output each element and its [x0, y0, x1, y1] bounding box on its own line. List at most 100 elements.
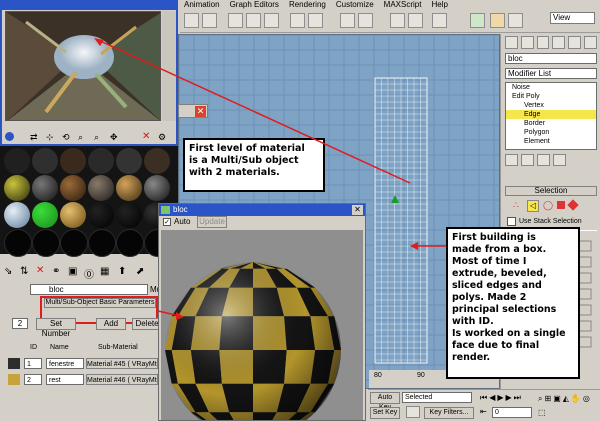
sample-slot[interactable]: [60, 229, 88, 257]
maximize-icon[interactable]: ⬚: [538, 408, 546, 419]
render-teapot-button[interactable]: [508, 13, 523, 28]
sample-slot[interactable]: [60, 175, 86, 201]
row-name[interactable]: rest: [46, 374, 84, 385]
swatch-icon[interactable]: [8, 358, 20, 369]
hierarchy-tab-icon[interactable]: [536, 36, 550, 49]
options-icon[interactable]: ⚙: [158, 132, 168, 142]
snap-button[interactable]: [228, 13, 243, 28]
close-icon[interactable]: ✕: [352, 205, 363, 215]
move-tool-button[interactable]: [202, 13, 217, 28]
menu-graph-editors[interactable]: Graph Editors: [230, 0, 279, 9]
zoom-icon[interactable]: ⌕: [538, 394, 542, 406]
add-button[interactable]: Add: [96, 318, 126, 330]
modifier-stack-item[interactable]: Noise: [506, 83, 596, 92]
sample-slot[interactable]: [4, 175, 30, 201]
display-tab-icon[interactable]: [568, 36, 582, 49]
sample-slot[interactable]: [32, 229, 60, 257]
sample-slot[interactable]: [4, 148, 30, 174]
modifier-list-dropdown[interactable]: Modifier List: [505, 68, 597, 79]
schematic-button[interactable]: [358, 13, 373, 28]
vertex-icon[interactable]: ∴: [513, 200, 523, 210]
material-id-icon[interactable]: ⓪: [84, 266, 94, 281]
material-name-field[interactable]: bloc: [30, 284, 148, 295]
make-unique-material-icon[interactable]: ⚭: [52, 266, 60, 277]
layer-manager-button[interactable]: [390, 13, 405, 28]
render-setup-button[interactable]: [408, 13, 423, 28]
reset-map-icon[interactable]: ⟲: [62, 132, 72, 142]
material-editor-title[interactable]: [2, 2, 176, 10]
utilities-tab-icon[interactable]: [584, 36, 597, 49]
menu-animation[interactable]: Animation: [184, 0, 220, 9]
sample-slot[interactable]: [88, 175, 114, 201]
auto-checkbox[interactable]: ✓: [163, 218, 171, 226]
sample-type-icon[interactable]: [5, 132, 14, 141]
sample-slot[interactable]: [60, 202, 86, 228]
table-row[interactable]: 2 rest Material #46 ( VRayMtl ): [6, 374, 162, 386]
reference-coordinate-select[interactable]: View: [550, 12, 595, 24]
key-mode-icon[interactable]: ⇤: [480, 407, 490, 417]
preview-window-title[interactable]: bloc: [159, 204, 365, 216]
pan-icon[interactable]: ✥: [110, 132, 120, 142]
sample-slot[interactable]: [60, 148, 86, 174]
zoom-all-icon[interactable]: ⊞: [544, 394, 551, 406]
modifier-stack-item[interactable]: Vertex: [506, 101, 596, 110]
mirror-button[interactable]: [290, 13, 305, 28]
sample-slot[interactable]: [32, 202, 58, 228]
sample-slot[interactable]: [116, 229, 144, 257]
material-editor-window[interactable]: ⇄ ⊹ ⟲ ⌕ ⌕ ✥ ✕ ⚙: [0, 0, 178, 146]
key-mode-select[interactable]: Selected: [402, 392, 472, 403]
get-material-icon[interactable]: ⇘: [4, 266, 12, 277]
sample-slot[interactable]: [88, 202, 114, 228]
row-id[interactable]: 2: [24, 374, 42, 385]
sample-slot[interactable]: [116, 175, 142, 201]
delete-material-icon[interactable]: ✕: [36, 265, 44, 276]
update-button[interactable]: Update: [197, 216, 227, 228]
key-filters-button[interactable]: Key Filters...: [424, 407, 474, 419]
prev-frame-icon[interactable]: ◀: [489, 393, 495, 403]
row-submaterial-button[interactable]: Material #45 ( VRayMtl ): [86, 358, 158, 369]
material-count-field[interactable]: 2: [12, 318, 28, 329]
menu-help[interactable]: Help: [431, 0, 447, 9]
go-to-end-icon[interactable]: ⏭: [514, 393, 521, 403]
row-id[interactable]: 1: [24, 358, 42, 369]
sample-slot[interactable]: [144, 148, 170, 174]
close-icon[interactable]: ✕: [142, 131, 152, 142]
sample-slot[interactable]: [32, 148, 58, 174]
sample-slot[interactable]: [4, 202, 30, 228]
menu-customize[interactable]: Customize: [336, 0, 374, 9]
sample-slot[interactable]: [4, 229, 32, 257]
row-name[interactable]: fenestre: [46, 358, 84, 369]
put-material-icon[interactable]: ⇄: [30, 132, 40, 142]
modifier-stack-item[interactable]: Element: [506, 137, 596, 146]
auto-key-button[interactable]: Auto Key: [370, 392, 400, 411]
sample-slot[interactable]: [88, 229, 116, 257]
quick-render-button[interactable]: [490, 13, 505, 28]
set-number-button[interactable]: Set Number: [36, 318, 76, 338]
material-preview-window[interactable]: bloc ✕ ✓ Auto Update: [158, 203, 366, 421]
selection-rollout-header[interactable]: Selection: [505, 186, 597, 196]
next-frame-icon[interactable]: ▶: [506, 393, 512, 403]
pan-icon[interactable]: ✋: [571, 394, 581, 406]
material-editor-button[interactable]: [432, 13, 447, 28]
assign-material-icon[interactable]: ⊹: [46, 132, 56, 142]
render-frame-button[interactable]: [470, 13, 485, 28]
modifier-stack-item[interactable]: Border: [506, 119, 596, 128]
zoom-out-icon[interactable]: ⌕: [94, 132, 104, 142]
pin-stack-icon[interactable]: [505, 154, 518, 166]
orbit-icon[interactable]: ◎: [583, 394, 590, 406]
key-icon[interactable]: [406, 406, 420, 418]
curve-editor-button[interactable]: [340, 13, 355, 28]
field-of-view-icon[interactable]: ◭: [563, 394, 569, 406]
put-to-scene-icon[interactable]: ⇅: [20, 266, 28, 277]
zoom-icon[interactable]: ⌕: [78, 132, 88, 142]
modifier-stack-item[interactable]: Edit Poly: [506, 92, 596, 101]
zoom-extents-icon[interactable]: ▣: [553, 394, 561, 406]
sample-slot[interactable]: [144, 175, 170, 201]
menu-maxscript[interactable]: MAXScript: [384, 0, 422, 9]
polygon-icon[interactable]: [557, 201, 565, 209]
modifier-stack-item[interactable]: Polygon: [506, 128, 596, 137]
show-map-icon[interactable]: ▦: [100, 266, 109, 277]
menu-rendering[interactable]: Rendering: [289, 0, 326, 9]
angle-snap-button[interactable]: [246, 13, 261, 28]
close-icon[interactable]: ✕: [195, 106, 206, 117]
